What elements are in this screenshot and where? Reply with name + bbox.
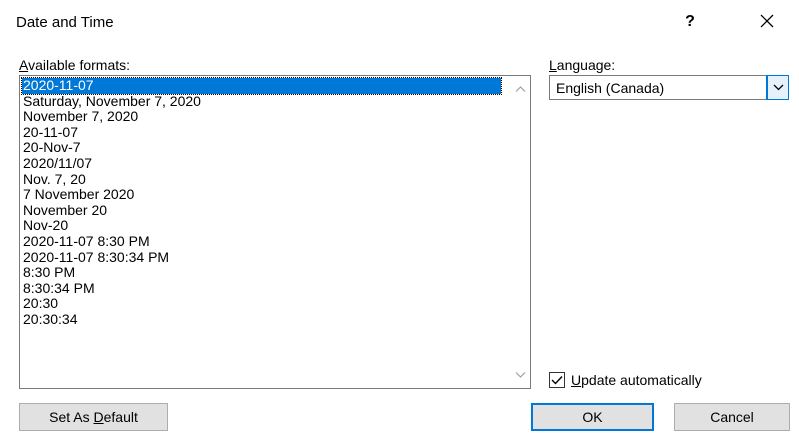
chevron-down-icon [515, 372, 526, 378]
format-list-item[interactable]: 8:30 PM [22, 265, 502, 281]
format-list-item[interactable]: 20:30:34 [22, 311, 502, 328]
available-formats-label: Available formats: [19, 57, 131, 73]
format-list-item[interactable]: Saturday, November 7, 2020 [22, 93, 502, 110]
close-button[interactable] [750, 8, 784, 36]
title-bar: Date and Time ? [0, 0, 799, 44]
close-icon [760, 14, 774, 28]
set-as-default-button[interactable]: Set As Default [19, 403, 168, 431]
available-formats-list[interactable]: 2020-11-07 Saturday, November 7, 2020 Nove… [19, 75, 531, 389]
format-list-item[interactable]: 2020/11/07 [22, 155, 502, 172]
dialog-title: Date and Time [16, 14, 114, 31]
ok-button[interactable]: OK [531, 403, 654, 431]
language-dropdown-button[interactable] [766, 75, 789, 100]
format-list-item[interactable]: 20:30 [22, 296, 502, 312]
format-list-item[interactable]: Nov-20 [22, 218, 502, 234]
format-items: 2020-11-07 Saturday, November 7, 2020 Nove… [21, 77, 502, 328]
language-value: English (Canada) [556, 80, 665, 96]
help-button[interactable]: ? [675, 8, 705, 36]
list-scrollbar[interactable] [511, 76, 530, 388]
format-list-item[interactable]: 8:30:34 PM [22, 280, 502, 297]
language-label: Language: [549, 57, 616, 73]
format-list-item[interactable]: 2020-11-07 8:30:34 PM [22, 249, 502, 266]
format-list-item[interactable]: 2020-11-07 8:30 PM [22, 233, 502, 250]
format-list-item[interactable]: 7 November 2020 [22, 187, 502, 203]
language-select[interactable]: English (Canada) [549, 75, 789, 100]
scroll-down-button[interactable] [511, 366, 530, 385]
update-automatically-label: Update automatically [571, 372, 702, 388]
update-automatically-checkbox[interactable] [549, 372, 565, 388]
cancel-button[interactable]: Cancel [674, 403, 790, 431]
format-list-item[interactable]: November 20 [22, 202, 502, 219]
checkmark-icon [551, 376, 563, 385]
format-list-item[interactable]: Nov. 7, 20 [22, 171, 502, 188]
format-list-item[interactable]: 20-Nov-7 [22, 140, 502, 156]
format-list-item[interactable]: 2020-11-07 [21, 77, 502, 95]
scroll-up-button[interactable] [511, 79, 530, 98]
chevron-down-icon [773, 84, 784, 91]
format-list-item[interactable]: 20-11-07 [22, 124, 502, 141]
format-list-item[interactable]: November 7, 2020 [22, 109, 502, 125]
date-and-time-dialog: Date and Time ? Available formats: 2020-… [0, 0, 799, 434]
chevron-up-icon [515, 86, 526, 92]
